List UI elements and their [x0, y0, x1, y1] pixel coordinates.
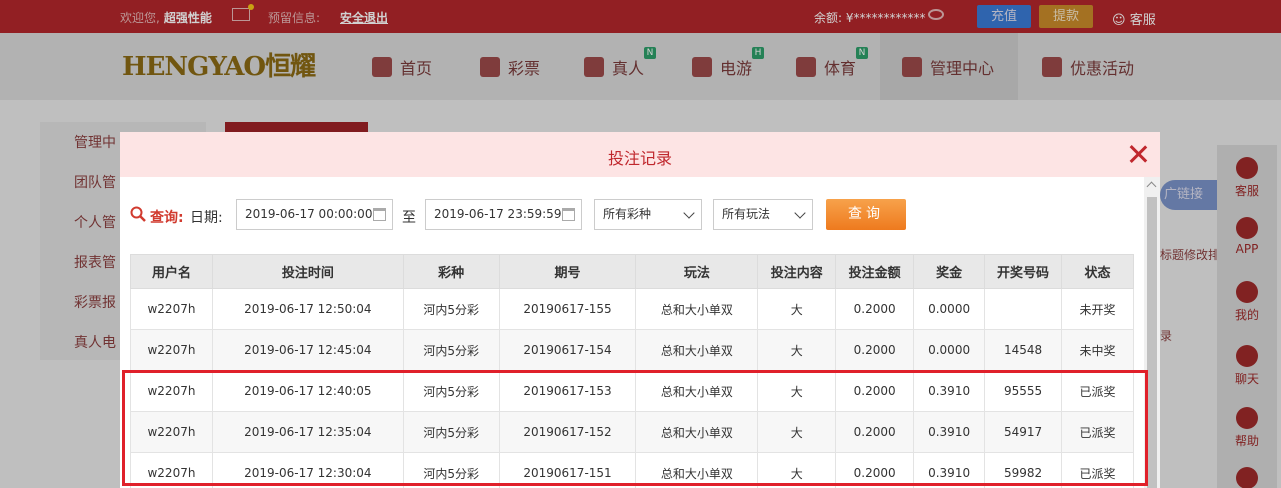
- cell-number: 54917: [984, 411, 1063, 453]
- cell-issue: 20190617-151: [498, 452, 637, 488]
- end-date-input[interactable]: 2019-06-17 23:59:59: [425, 199, 582, 230]
- cell-content: 大: [757, 411, 837, 453]
- play-select[interactable]: 所有玩法: [713, 199, 813, 230]
- cell-lottery: 河内5分彩: [402, 329, 500, 371]
- table-row[interactable]: w2207h 2019-06-17 12:30:04 河内5分彩 20190617-1…: [130, 452, 1134, 488]
- cell-prize: 0.3910: [913, 452, 986, 488]
- col-header-user: 用户名: [130, 254, 213, 289]
- cell-prize: 0.3910: [913, 411, 986, 453]
- cell-time: 2019-06-17 12:40:05: [211, 370, 404, 412]
- cell-user: w2207h: [130, 452, 213, 488]
- close-icon[interactable]: [1127, 143, 1149, 165]
- cell-play: 总和大小单双: [635, 452, 759, 488]
- col-header-time: 投注时间: [211, 254, 404, 289]
- chevron-down-icon: [794, 207, 806, 219]
- col-header-lottery: 彩种: [402, 254, 500, 289]
- scroll-up-icon[interactable]: [1146, 181, 1157, 192]
- chevron-down-icon: [683, 207, 695, 219]
- col-header-status: 状态: [1061, 254, 1134, 289]
- calendar-icon[interactable]: [373, 208, 386, 221]
- cell-number: 59982: [984, 452, 1063, 488]
- col-header-number: 开奖号码: [984, 254, 1063, 289]
- cell-prize: 0.3910: [913, 370, 986, 412]
- col-header-play: 玩法: [635, 254, 759, 289]
- cell-amount: 0.2000: [835, 452, 915, 488]
- cell-lottery: 河内5分彩: [402, 370, 500, 412]
- col-header-amount: 投注金额: [835, 254, 915, 289]
- cell-user: w2207h: [130, 288, 213, 330]
- to-label: 至: [402, 210, 416, 226]
- col-header-content: 投注内容: [757, 254, 837, 289]
- cell-status: 未开奖: [1061, 288, 1134, 330]
- cell-time: 2019-06-17 12:30:04: [211, 452, 404, 488]
- modal-title: 投注记录: [607, 149, 672, 168]
- table-header-row: 用户名 投注时间 彩种 期号 玩法 投注内容 投注金额 奖金 开奖号码 状态: [130, 254, 1134, 289]
- start-date-input[interactable]: 2019-06-17 00:00:00: [236, 199, 393, 230]
- modal-header: 投注记录: [120, 132, 1160, 177]
- cell-lottery: 河内5分彩: [402, 411, 500, 453]
- col-header-prize: 奖金: [913, 254, 986, 289]
- cell-status: 未中奖: [1061, 329, 1134, 371]
- cell-play: 总和大小单双: [635, 288, 759, 330]
- table-row[interactable]: w2207h 2019-06-17 12:50:04 河内5分彩 20190617-1…: [130, 288, 1134, 330]
- cell-time: 2019-06-17 12:50:04: [211, 288, 404, 330]
- query-label: 查询:: [150, 210, 184, 226]
- cell-issue: 20190617-155: [498, 288, 637, 330]
- lottery-select[interactable]: 所有彩种: [594, 199, 702, 230]
- cell-number: 95555: [984, 370, 1063, 412]
- cell-number: [984, 288, 1063, 330]
- cell-content: 大: [757, 329, 837, 371]
- cell-play: 总和大小单双: [635, 370, 759, 412]
- cell-content: 大: [757, 370, 837, 412]
- bet-records-table: 用户名 投注时间 彩种 期号 玩法 投注内容 投注金额 奖金 开奖号码 状态 w…: [130, 254, 1134, 488]
- cell-amount: 0.2000: [835, 329, 915, 371]
- table-row[interactable]: w2207h 2019-06-17 12:45:04 河内5分彩 20190617-1…: [130, 329, 1134, 371]
- cell-issue: 20190617-154: [498, 329, 637, 371]
- col-header-issue: 期号: [498, 254, 637, 289]
- cell-issue: 20190617-152: [498, 411, 637, 453]
- cell-amount: 0.2000: [835, 370, 915, 412]
- cell-user: w2207h: [130, 329, 213, 371]
- scroll-thumb[interactable]: [1147, 197, 1157, 488]
- cell-amount: 0.2000: [835, 411, 915, 453]
- cell-prize: 0.0000: [913, 288, 986, 330]
- cell-play: 总和大小单双: [635, 329, 759, 371]
- modal-scrollbar[interactable]: [1144, 177, 1160, 488]
- cell-time: 2019-06-17 12:45:04: [211, 329, 404, 371]
- cell-content: 大: [757, 452, 837, 488]
- cell-lottery: 河内5分彩: [402, 452, 500, 488]
- cell-number: 14548: [984, 329, 1063, 371]
- cell-user: w2207h: [130, 370, 213, 412]
- cell-status: 已派奖: [1061, 411, 1134, 453]
- cell-play: 总和大小单双: [635, 411, 759, 453]
- cell-user: w2207h: [130, 411, 213, 453]
- cell-issue: 20190617-153: [498, 370, 637, 412]
- cell-time: 2019-06-17 12:35:04: [211, 411, 404, 453]
- cell-lottery: 河内5分彩: [402, 288, 500, 330]
- cell-status: 已派奖: [1061, 452, 1134, 488]
- calendar-icon[interactable]: [562, 208, 575, 221]
- bet-records-modal: 投注记录 查询: 日期: 2019-06-17 00:00:00 至 2019-…: [120, 132, 1160, 488]
- query-button[interactable]: 查询: [826, 199, 906, 230]
- cell-prize: 0.0000: [913, 329, 986, 371]
- table-row[interactable]: w2207h 2019-06-17 12:35:04 河内5分彩 20190617-1…: [130, 411, 1134, 453]
- cell-status: 已派奖: [1061, 370, 1134, 412]
- search-icon: [130, 206, 146, 222]
- date-label: 日期:: [190, 210, 223, 226]
- cell-amount: 0.2000: [835, 288, 915, 330]
- query-bar: 查询: 日期: 2019-06-17 00:00:00 至 2019-06-17…: [130, 199, 1030, 231]
- table-row[interactable]: w2207h 2019-06-17 12:40:05 河内5分彩 20190617-1…: [130, 370, 1134, 412]
- cell-content: 大: [757, 288, 837, 330]
